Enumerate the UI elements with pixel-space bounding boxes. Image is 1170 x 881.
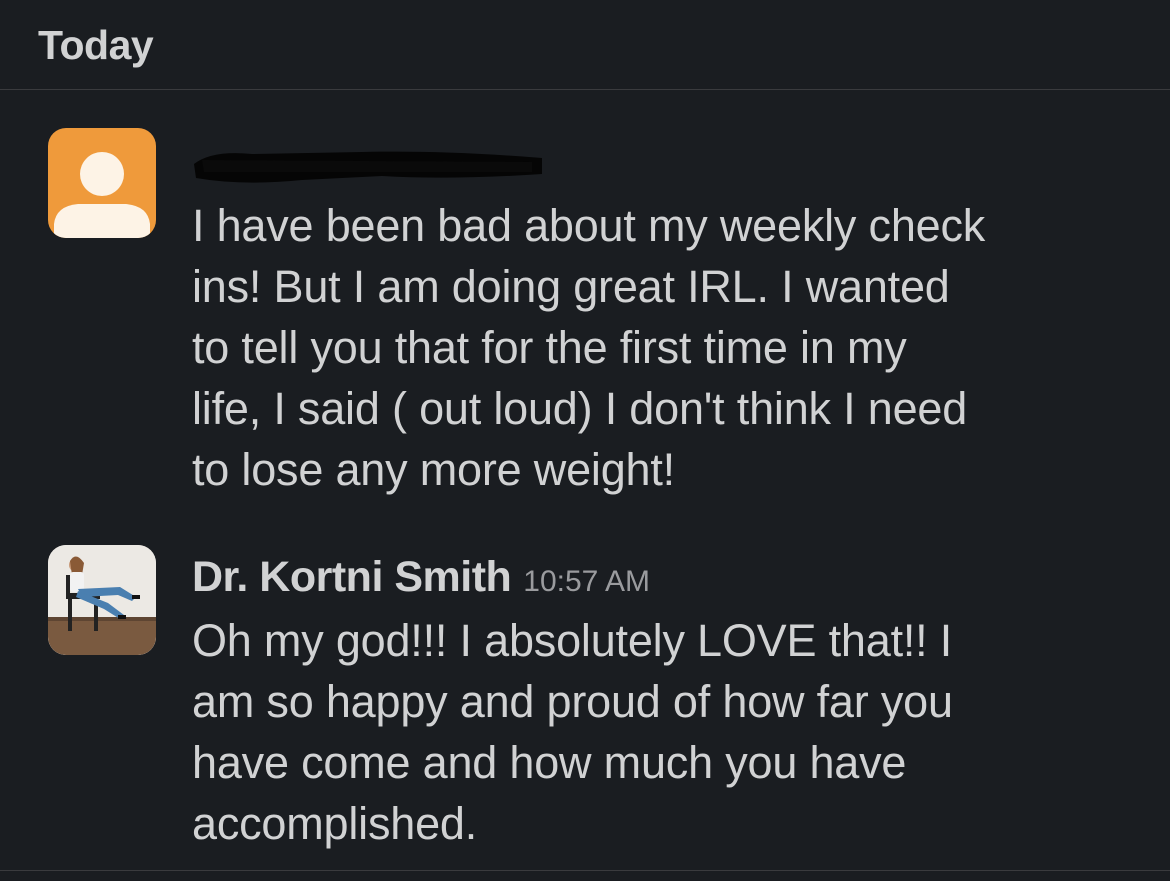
composer-edge bbox=[0, 870, 1170, 881]
user-silhouette-icon bbox=[54, 152, 150, 238]
profile-photo-avatar[interactable] bbox=[48, 545, 156, 655]
day-divider: Today bbox=[0, 0, 1170, 90]
sender-name[interactable]: Dr. Kortni Smith bbox=[192, 553, 512, 601]
profile-photo bbox=[48, 545, 156, 655]
message-text: I have been bad about my weekly check in… bbox=[192, 200, 986, 495]
default-user-avatar[interactable] bbox=[48, 128, 156, 238]
message-text: Oh my god!!! I absolutely LOVE that!! I … bbox=[192, 615, 953, 849]
redacted-sender-name bbox=[192, 142, 544, 186]
day-divider-label: Today bbox=[38, 22, 154, 68]
message-timestamp[interactable]: 10:57 AM bbox=[523, 565, 650, 598]
message-header: Dr. Kortni Smith 10:57 AM bbox=[192, 553, 650, 613]
